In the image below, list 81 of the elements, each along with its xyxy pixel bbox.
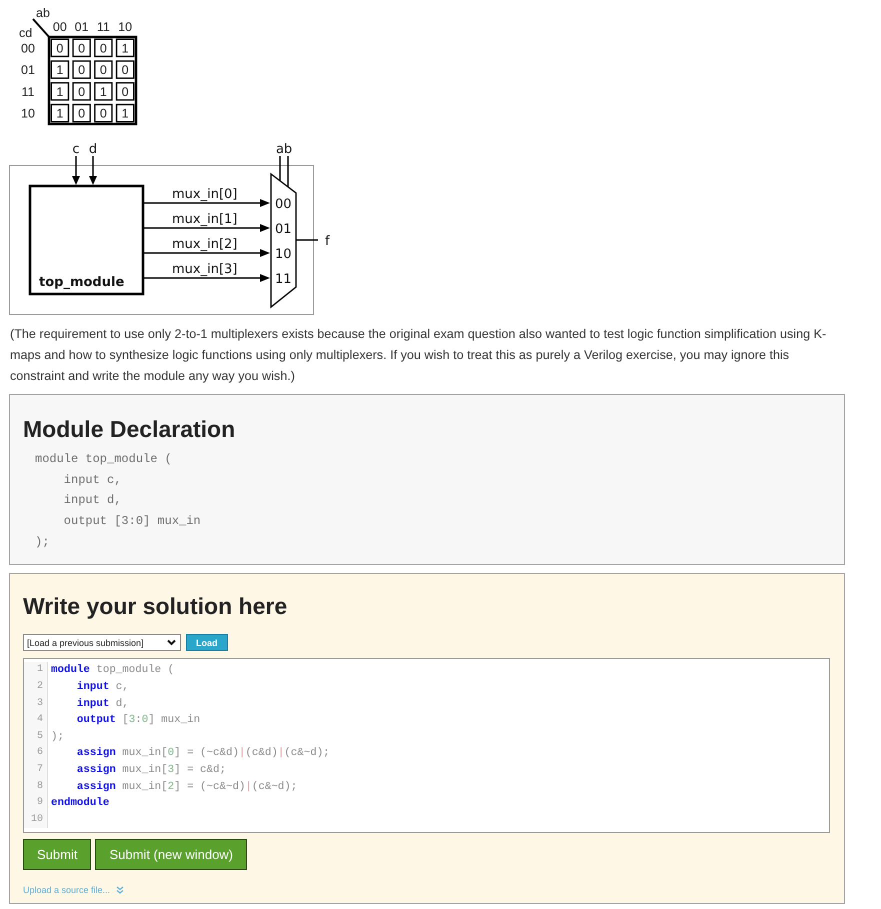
line-number: 2 [24, 679, 48, 696]
kmap-cell: 1 [116, 104, 134, 122]
kmap-cell: 0 [116, 60, 134, 79]
signal-label: mux_in[3] [172, 262, 238, 277]
code-line: input c, [76, 680, 129, 696]
input-arrow [89, 156, 97, 185]
row-variables-label: cd [19, 26, 32, 40]
submit-button[interactable]: Submit [23, 839, 92, 870]
row-header: 01 [21, 63, 35, 78]
column-header: 11 [96, 20, 110, 34]
line-number: 7 [24, 762, 48, 779]
line-number: 3 [24, 696, 48, 712]
port-label: 10 [275, 247, 292, 262]
code-line: ); [35, 534, 50, 551]
column-variables-label: ab [36, 6, 50, 20]
chevron-down-icon [167, 639, 176, 646]
line-number: 10 [24, 812, 48, 828]
column-header: 00 [52, 20, 67, 34]
panel-heading: Module Declaration [23, 415, 236, 443]
signal-label: mux_in[0] [172, 187, 238, 202]
input-label: d [88, 142, 98, 157]
upload-link[interactable]: Upload a source file... [23, 885, 110, 896]
code-line: assign mux_in[3] = c&d; [76, 763, 226, 778]
row-header: 00 [21, 41, 35, 56]
submission-dropdown[interactable]: [Load a previous submission] [23, 634, 181, 652]
code-line: module top_module ( [35, 451, 172, 468]
submit-button[interactable]: Submit (new window) [95, 839, 248, 870]
line-number: 6 [24, 745, 48, 762]
kmap-cell: 1 [50, 82, 70, 101]
code-line: output [3:0] mux_in [62, 513, 201, 530]
row-header: 11 [22, 84, 34, 99]
select-line [287, 156, 289, 187]
line-number: 1 [24, 662, 48, 680]
column-header: 10 [118, 20, 132, 34]
kmap-cell: 0 [94, 60, 113, 79]
kmap-cell: 1 [50, 104, 70, 122]
kmap-cell: 1 [94, 82, 113, 101]
double-chevron-down-icon[interactable] [116, 886, 124, 894]
input-arrow [72, 156, 80, 185]
code-line: assign mux_in[0] = (~c&d)|(c&d)|(c&~d); [76, 746, 330, 762]
code-line: endmodule [50, 796, 110, 812]
row-header: 10 [21, 106, 35, 121]
output-label: f [325, 234, 330, 249]
kmap-cell: 0 [94, 38, 113, 58]
line-number: 4 [24, 712, 48, 729]
kmap-cell: 1 [50, 60, 70, 79]
diagonal-line [32, 18, 51, 39]
signal-label: mux_in[2] [172, 237, 238, 252]
code-line: input d, [76, 696, 129, 712]
kmap-cell: 0 [94, 104, 113, 122]
input-label: c [72, 142, 80, 157]
line-number: 5 [24, 728, 48, 746]
panel-heading: Write your solution here [23, 592, 288, 620]
select-label: a [276, 142, 284, 157]
kmap-cell: 0 [72, 60, 91, 79]
port-label: 01 [275, 222, 292, 237]
code-line: input d, [62, 492, 122, 510]
code-line: ); [50, 730, 64, 745]
code-line: input c, [62, 472, 122, 489]
code-line: module top_module ( [50, 663, 174, 678]
module-label: top_module [39, 275, 124, 290]
load-button[interactable]: Load [186, 634, 228, 652]
kmap-cell: 0 [72, 82, 91, 101]
kmap-cell: 0 [72, 38, 91, 58]
select-label: b [284, 142, 292, 157]
kmap-cell: 0 [50, 38, 70, 58]
column-header: 01 [74, 20, 89, 34]
code-line: assign mux_in[2] = (~c&~d)|(c&~d); [76, 780, 298, 795]
line-number: 9 [24, 795, 48, 812]
code-line: output [3:0] mux_in [76, 713, 200, 728]
line-number: 8 [24, 778, 48, 796]
kmap-cell: 1 [116, 38, 134, 58]
output-line [296, 239, 318, 241]
note-paragraph: (The requirement to use only 2-to-1 multiplexers exists because the original exam question also wanted to test logic function simplification using K-maps and how to synthesize logic functions using only multiplexers. If you wish to treat this as purely a Verilog exercise, you may ignore this constraint and write the module any way you wish.) [10, 326, 828, 385]
code-editor[interactable]: 1 module top_module ( 2 input c, 3 input d, 4 output [3:0] mux_in 5 ); 6 assign mux_in[0] = (~c&d)|(c&d)|(c&~d); 7 assign mux_in[3] = c&d; 8 assign mux_in[2] = (~c&~d)|(c&~d); 9 endmodule 10 [23, 658, 830, 834]
select-line [279, 156, 281, 181]
port-label: 11 [275, 272, 292, 287]
kmap-cell: 0 [72, 104, 91, 122]
signal-label: mux_in[1] [172, 212, 238, 227]
port-label: 00 [275, 197, 292, 212]
kmap-cell: 0 [116, 82, 134, 101]
